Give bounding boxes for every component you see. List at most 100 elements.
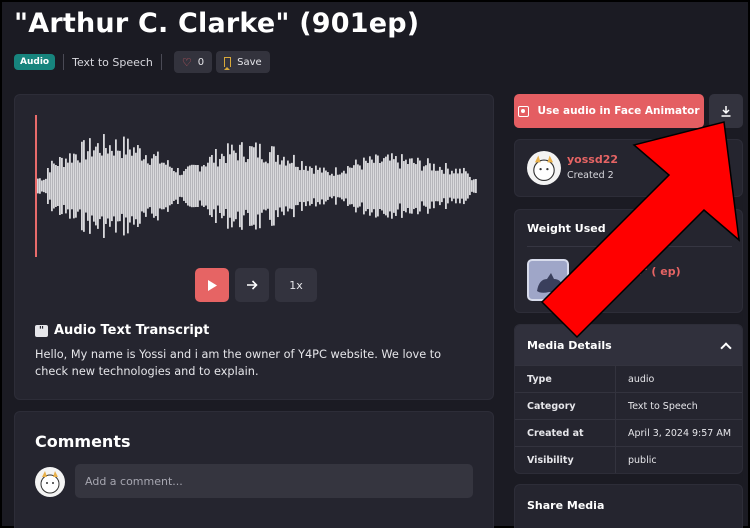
waveform-bar bbox=[195, 164, 197, 208]
waveform-bar bbox=[163, 162, 165, 210]
speed-button[interactable]: 1x bbox=[275, 268, 317, 302]
play-button[interactable] bbox=[195, 268, 229, 302]
waveform-bar bbox=[309, 166, 311, 206]
waveform-bar bbox=[335, 167, 337, 205]
waveform-bar bbox=[213, 162, 215, 210]
waveform-bar bbox=[293, 154, 295, 218]
waveform-bar bbox=[349, 167, 351, 205]
playhead[interactable] bbox=[35, 115, 37, 257]
waveform-bar bbox=[391, 153, 393, 219]
waveform-bar bbox=[67, 162, 69, 210]
play-icon bbox=[208, 279, 217, 291]
owner-name[interactable]: yossd22 bbox=[567, 153, 618, 166]
waveform-bar bbox=[149, 164, 151, 208]
waveform-bar bbox=[181, 174, 183, 198]
page-title: "Arthur C. Clarke" (901ep) bbox=[14, 8, 420, 39]
transcript-text: Hello, My name is Yossi and i am the own… bbox=[35, 348, 442, 378]
weight-thumbnail[interactable] bbox=[527, 259, 569, 301]
waveform-bar bbox=[473, 179, 475, 193]
waveform-bar bbox=[371, 159, 373, 213]
waveform-bar bbox=[451, 170, 453, 202]
waveform-bar bbox=[193, 164, 195, 208]
waveform-bar bbox=[95, 146, 97, 226]
waveform-bar bbox=[361, 169, 363, 203]
download-button[interactable] bbox=[709, 94, 743, 128]
next-button[interactable] bbox=[235, 268, 269, 302]
detail-value: April 3, 2024 9:57 AM bbox=[615, 420, 731, 446]
face-scan-icon bbox=[518, 105, 530, 117]
waveform-bar bbox=[279, 164, 281, 208]
waveform-bar bbox=[343, 170, 345, 202]
transcript-heading: " Audio Text Transcript bbox=[35, 323, 209, 338]
waveform-bar bbox=[403, 161, 405, 211]
waveform-bar bbox=[285, 165, 287, 207]
divider bbox=[63, 54, 65, 70]
waveform-bar bbox=[437, 170, 439, 202]
comments-title: Comments bbox=[35, 432, 131, 451]
waveform-bar bbox=[221, 153, 223, 219]
waveform-bar bbox=[415, 164, 417, 208]
waveform-bar bbox=[249, 146, 251, 226]
waveform-bar bbox=[187, 166, 189, 206]
waveform-bar bbox=[63, 167, 65, 205]
waveform[interactable] bbox=[37, 115, 477, 257]
waveform-bar bbox=[239, 144, 241, 228]
waveform-bar bbox=[185, 168, 187, 204]
waveform-bar bbox=[161, 162, 163, 210]
waveform-bar bbox=[289, 163, 291, 209]
waveform-bar bbox=[105, 148, 107, 224]
waveform-bar bbox=[183, 171, 185, 201]
waveform-bar bbox=[267, 163, 269, 209]
waveform-bar bbox=[311, 168, 313, 204]
like-count: 0 bbox=[197, 56, 205, 68]
waveform-bar bbox=[433, 163, 435, 209]
waveform-bar bbox=[41, 180, 43, 192]
waveform-bar bbox=[317, 169, 319, 203]
save-label: Save bbox=[237, 56, 262, 68]
waveform-bar bbox=[333, 175, 335, 197]
face-animator-button[interactable]: Use audio in Face Animator bbox=[514, 94, 704, 128]
waveform-bar bbox=[431, 170, 433, 202]
waveform-bar bbox=[401, 154, 403, 218]
waveform-bar bbox=[259, 143, 261, 229]
waveform-bar bbox=[135, 152, 137, 220]
avatar[interactable] bbox=[527, 151, 561, 185]
detail-key: Type bbox=[527, 373, 552, 385]
chevron-up-icon bbox=[720, 341, 732, 354]
waveform-bar bbox=[119, 150, 121, 222]
waveform-bar bbox=[151, 158, 153, 214]
weight-subtitle: bie bbox=[577, 282, 594, 293]
waveform-bar bbox=[61, 157, 63, 215]
waveform-bar bbox=[241, 142, 243, 230]
waveform-bar bbox=[301, 161, 303, 211]
waveform-bar bbox=[139, 148, 141, 224]
like-button[interactable]: ♡ 0 bbox=[173, 51, 213, 73]
comment-input[interactable]: Add a comment... bbox=[75, 464, 473, 498]
waveform-bar bbox=[207, 162, 209, 210]
weight-name[interactable]: " C. Clarke" ( ep) bbox=[577, 265, 681, 278]
heart-icon: ♡ bbox=[181, 55, 192, 69]
waveform-bar bbox=[315, 165, 317, 207]
waveform-bar bbox=[265, 161, 267, 211]
waveform-bar bbox=[175, 172, 177, 200]
waveform-bar bbox=[323, 167, 325, 205]
waveform-bar bbox=[261, 159, 263, 213]
waveform-bar bbox=[147, 163, 149, 209]
waveform-bar bbox=[205, 166, 207, 206]
waveform-bar bbox=[157, 151, 159, 221]
media-details-header[interactable]: Media Details bbox=[515, 325, 742, 365]
detail-key: Visibility bbox=[527, 454, 574, 466]
waveform-bar bbox=[273, 146, 275, 226]
waveform-bar bbox=[467, 173, 469, 199]
waveform-bar bbox=[227, 143, 229, 229]
waveform-bar bbox=[457, 173, 459, 199]
waveform-bar bbox=[269, 152, 271, 220]
waveform-bar bbox=[189, 165, 191, 207]
waveform-bar bbox=[137, 145, 139, 227]
waveform-bar bbox=[389, 160, 391, 212]
waveform-bar bbox=[459, 168, 461, 204]
waveform-bar bbox=[117, 150, 119, 222]
waveform-bar bbox=[93, 150, 95, 222]
save-button[interactable]: Save bbox=[216, 51, 270, 73]
waveform-bar bbox=[89, 138, 91, 234]
